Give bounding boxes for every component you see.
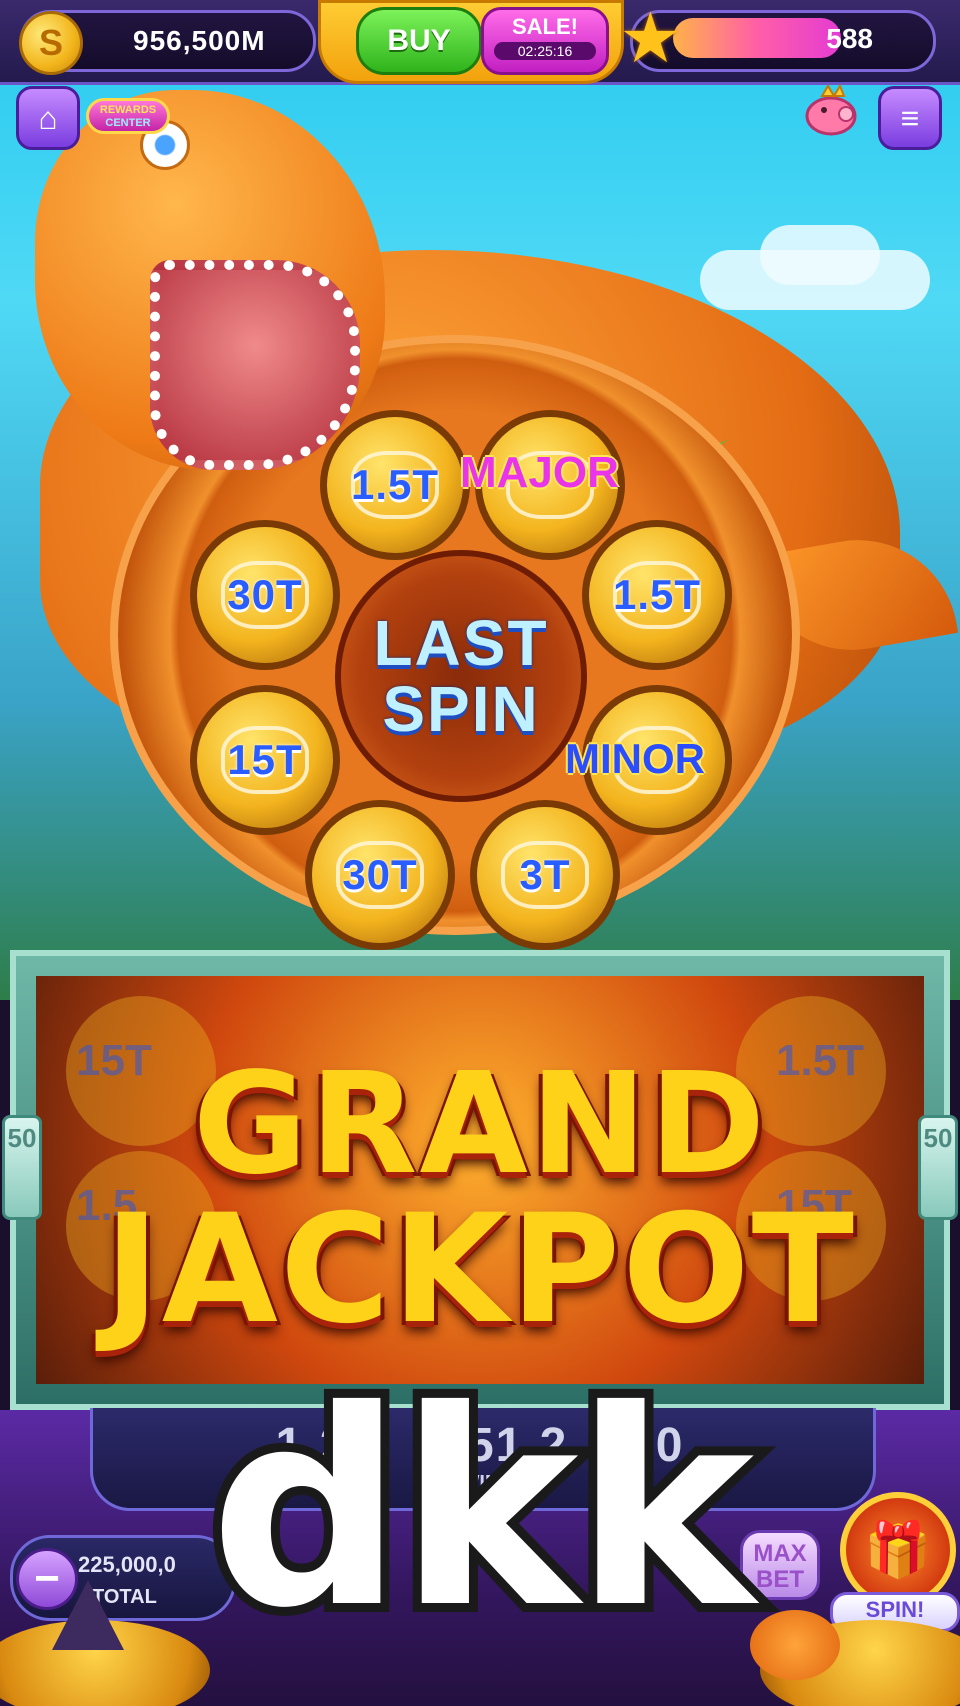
wheel-segment: 1.5T (582, 520, 732, 670)
witch-hat-icon (52, 1580, 124, 1650)
level-bar[interactable]: ★ 588 (619, 3, 936, 73)
star-icon: ★ (619, 0, 682, 77)
game-scene: 1.5T MAJOR 1.5T MINOR 3T 30T 15T 30T LAS… (0, 0, 960, 1706)
coin-balance[interactable]: S 956,500M (19, 10, 316, 75)
menu-button[interactable]: ≡ (878, 86, 942, 150)
piggy-bank-icon (805, 83, 857, 136)
segment-label-minor: MINOR (565, 735, 705, 782)
segment-label: 1.5T (612, 571, 702, 618)
segment-label: 30T (342, 851, 418, 898)
segment-label: 15T (227, 736, 303, 783)
wheel-segment: 30T (190, 520, 340, 670)
rewards-label: REWARDS (99, 104, 157, 116)
sale-button[interactable]: SALE! 02:25:16 (481, 7, 609, 75)
menu-icon: ≡ (900, 99, 920, 136)
segment-label: 30T (227, 571, 303, 618)
hub-text-spin: SPIN (382, 673, 540, 745)
wheel-segment: 3T (470, 800, 620, 950)
wheel-hub: LAST SPIN (335, 550, 587, 802)
buy-button[interactable]: BUY (356, 7, 482, 75)
grand-jackpot-title: GRAND (192, 1043, 768, 1206)
segment-label: 1.5T (350, 461, 440, 508)
segment-label-major: MAJOR (460, 448, 619, 497)
rewards-center-label: CENTER (105, 117, 151, 129)
wheel-segment: 1.5T (320, 410, 470, 560)
coin-balance-value: 956,500M (133, 25, 266, 56)
segment-label: 3T (519, 851, 571, 898)
coin-icon: S (19, 11, 83, 75)
level-value: 588 (826, 23, 873, 54)
cloud (760, 225, 880, 285)
home-icon: ⌂ (38, 99, 58, 136)
shop-panel: BUY SALE! 02:25:16 (318, 0, 624, 84)
sale-label: SALE! (512, 14, 578, 39)
wheel-segment: 30T (305, 800, 455, 950)
wheel-segment: 15T (190, 685, 340, 835)
rewards-center-button[interactable]: REWARDS CENTER (86, 98, 170, 134)
piggy-bank-button[interactable] (800, 82, 862, 140)
sale-timer: 02:25:16 (494, 42, 596, 60)
hub-text-last: LAST (373, 607, 549, 679)
grand-jackpot-subtitle: JACKPOT (104, 1183, 856, 1357)
spin-button[interactable]: 🎁 (840, 1492, 956, 1608)
home-button[interactable]: ⌂ (16, 86, 80, 150)
dinosaur-mouth (150, 260, 360, 470)
overlay-caption: dkk (201, 1351, 763, 1669)
gift-icon: 🎁 (864, 1519, 932, 1580)
